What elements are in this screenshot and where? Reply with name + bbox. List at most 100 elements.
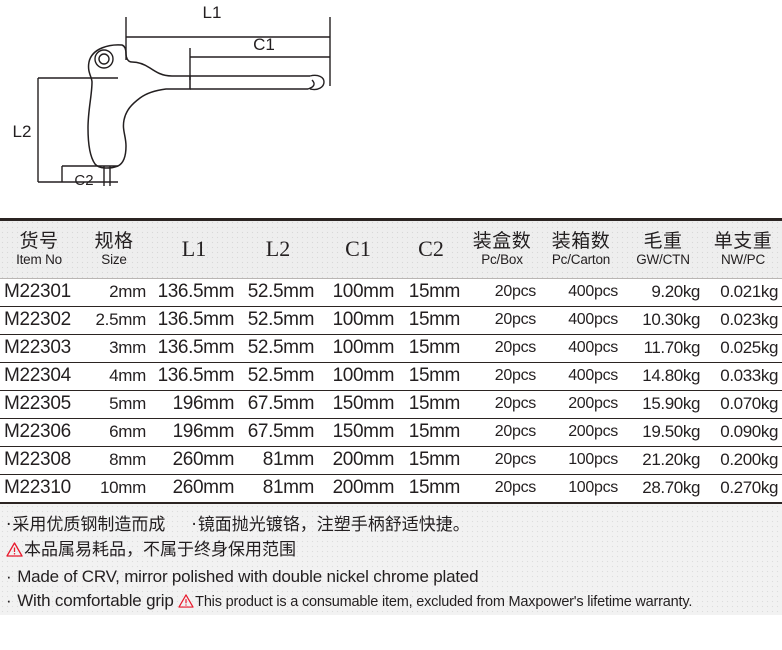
column-header-pc-box: 装盒数 Pc/Box <box>464 218 540 279</box>
cell-nw-pc: 0.070kg <box>704 390 782 419</box>
cell-c2: 15mm <box>398 418 464 447</box>
hang-hole-outer <box>94 49 114 69</box>
cell-size: 4mm <box>78 362 150 391</box>
table-row[interactable]: M22304 4mm 136.5mm 52.5mm 100mm 15mm 20pcs 400p… <box>0 362 782 391</box>
cell-c2: 15mm <box>398 474 464 504</box>
note-cn-material: 采用优质钢制造而成 <box>12 515 166 535</box>
cell-item-no: M22306 <box>0 418 78 447</box>
cell-l2: 81mm <box>238 446 318 475</box>
cell-item-no: M22308 <box>0 446 78 475</box>
note-cn-finish: 镜面抛光镀铬，注塑手柄舒适快捷。 <box>197 515 470 535</box>
cell-c1: 100mm <box>318 362 398 391</box>
header-en-size: Size <box>101 251 127 267</box>
table-row[interactable]: M22301 2mm 136.5mm 52.5mm 100mm 15mm 20pcs 400p… <box>0 278 782 307</box>
cell-pc-carton: 400pcs <box>540 334 622 363</box>
cell-pc-carton: 200pcs <box>540 418 622 447</box>
note-line-en-1: · Made of CRV, mirror polished with doub… <box>0 565 782 589</box>
cell-nw-pc: 0.090kg <box>704 418 782 447</box>
header-cn-pc-carton: 装箱数 <box>551 229 611 252</box>
cell-c2: 15mm <box>398 334 464 363</box>
l1-label: L1 <box>203 3 222 22</box>
cell-size: 8mm <box>78 446 150 475</box>
warning-triangle-icon <box>6 540 23 565</box>
cell-pc-carton: 400pcs <box>540 362 622 391</box>
table-row[interactable]: M22305 5mm 196mm 67.5mm 150mm 15mm 20pcs 200pcs… <box>0 390 782 419</box>
ball-end-neck <box>307 79 315 90</box>
cell-c1: 100mm <box>318 278 398 307</box>
cell-nw-pc: 0.021kg <box>704 278 782 307</box>
cell-item-no: M22304 <box>0 362 78 391</box>
cell-l2: 81mm <box>238 474 318 504</box>
cell-c2: 15mm <box>398 278 464 307</box>
cell-gw-ctn: 28.70kg <box>622 474 704 504</box>
cell-c1: 100mm <box>318 306 398 335</box>
cell-size: 10mm <box>78 474 150 504</box>
table-header: 货号 Item No 规格 Size L1 L2 C1 C2 装盒数 Pc/Bo… <box>0 218 782 279</box>
cell-pc-box: 20pcs <box>464 278 540 307</box>
note-line-cn-2: 本品属易耗品，不属于终身保用范围 <box>0 538 782 565</box>
table-row[interactable]: M22303 3mm 136.5mm 52.5mm 100mm 15mm 20pcs 400p… <box>0 334 782 363</box>
cell-nw-pc: 0.200kg <box>704 446 782 475</box>
cell-size: 2.5mm <box>78 306 150 335</box>
cell-pc-box: 20pcs <box>464 446 540 475</box>
note-en-warranty: This product is a consumable item, exclu… <box>195 594 693 610</box>
table-row[interactable]: M22308 8mm 260mm 81mm 200mm 15mm 20pcs 100pcs 21… <box>0 446 782 475</box>
specification-table-container: 货号 Item No 规格 Size L1 L2 C1 C2 装盒数 Pc/Bo… <box>0 218 782 504</box>
cell-c2: 15mm <box>398 362 464 391</box>
column-header-l2: L2 <box>238 218 318 279</box>
column-header-gw-ctn: 毛重 GW/CTN <box>622 218 704 279</box>
hang-hole-inner <box>98 53 110 65</box>
specification-table: 货号 Item No 规格 Size L1 L2 C1 C2 装盒数 Pc/Bo… <box>0 218 782 504</box>
cell-pc-box: 20pcs <box>464 474 540 504</box>
cell-pc-carton: 400pcs <box>540 306 622 335</box>
cell-pc-carton: 100pcs <box>540 446 622 475</box>
cell-l2: 67.5mm <box>238 418 318 447</box>
header-en-pc-carton: Pc/Carton <box>551 251 611 267</box>
cell-gw-ctn: 10.30kg <box>622 306 704 335</box>
column-header-c2: C2 <box>398 218 464 279</box>
cell-gw-ctn: 21.20kg <box>622 446 704 475</box>
cell-l2: 67.5mm <box>238 390 318 419</box>
column-header-c1: C1 <box>318 218 398 279</box>
cell-c2: 15mm <box>398 446 464 475</box>
cell-pc-carton: 100pcs <box>540 474 622 504</box>
cell-size: 6mm <box>78 418 150 447</box>
cell-pc-carton: 200pcs <box>540 390 622 419</box>
table-row[interactable]: M22302 2.5mm 136.5mm 52.5mm 100mm 15mm 20pcs 40… <box>0 306 782 335</box>
header-cn-item-no: 货号 <box>19 229 59 252</box>
cell-gw-ctn: 11.70kg <box>622 334 704 363</box>
cell-gw-ctn: 9.20kg <box>622 278 704 307</box>
cell-l2: 52.5mm <box>238 362 318 391</box>
cell-l1: 136.5mm <box>150 278 238 307</box>
cell-l1: 136.5mm <box>150 334 238 363</box>
cell-item-no: M22301 <box>0 278 78 307</box>
footer-notes: ·采用优质钢制造而成 ·镜面抛光镀铬，注塑手柄舒适快捷。 本品属易耗品，不属于终身… <box>0 504 782 615</box>
cell-item-no: M22302 <box>0 306 78 335</box>
header-dim-c1: C1 <box>345 236 371 261</box>
note-cn-consumable: 本品属易耗品，不属于终身保用范围 <box>24 540 296 560</box>
cell-c1: 150mm <box>318 390 398 419</box>
header-en-gw-ctn: GW/CTN <box>636 251 690 267</box>
column-header-item-no: 货号 Item No <box>0 218 78 279</box>
header-en-nw-pc: NW/PC <box>721 251 765 267</box>
table-row[interactable]: M22306 6mm 196mm 67.5mm 150mm 15mm 20pcs 200pcs… <box>0 418 782 447</box>
header-dim-l1: L1 <box>181 236 207 261</box>
hex-key-drawing-svg: L1 C1 L2 C2 <box>13 3 331 189</box>
cell-l2: 52.5mm <box>238 278 318 307</box>
note-en-grip: With comfortable grip <box>17 591 174 610</box>
cell-size: 5mm <box>78 390 150 419</box>
header-en-item-no: Item No <box>16 251 62 267</box>
cell-l2: 52.5mm <box>238 334 318 363</box>
cell-pc-box: 20pcs <box>464 334 540 363</box>
cell-l1: 260mm <box>150 446 238 475</box>
cell-l1: 260mm <box>150 474 238 504</box>
cell-l1: 196mm <box>150 418 238 447</box>
cell-l1: 196mm <box>150 390 238 419</box>
cell-pc-carton: 400pcs <box>540 278 622 307</box>
bullet-icon-4: · <box>6 591 13 610</box>
cell-c1: 100mm <box>318 334 398 363</box>
cell-pc-box: 20pcs <box>464 390 540 419</box>
header-dim-c2: C2 <box>418 236 444 261</box>
header-cn-size: 规格 <box>94 229 134 252</box>
table-row[interactable]: M22310 10mm 260mm 81mm 200mm 15mm 20pcs 100pcs 2… <box>0 474 782 504</box>
